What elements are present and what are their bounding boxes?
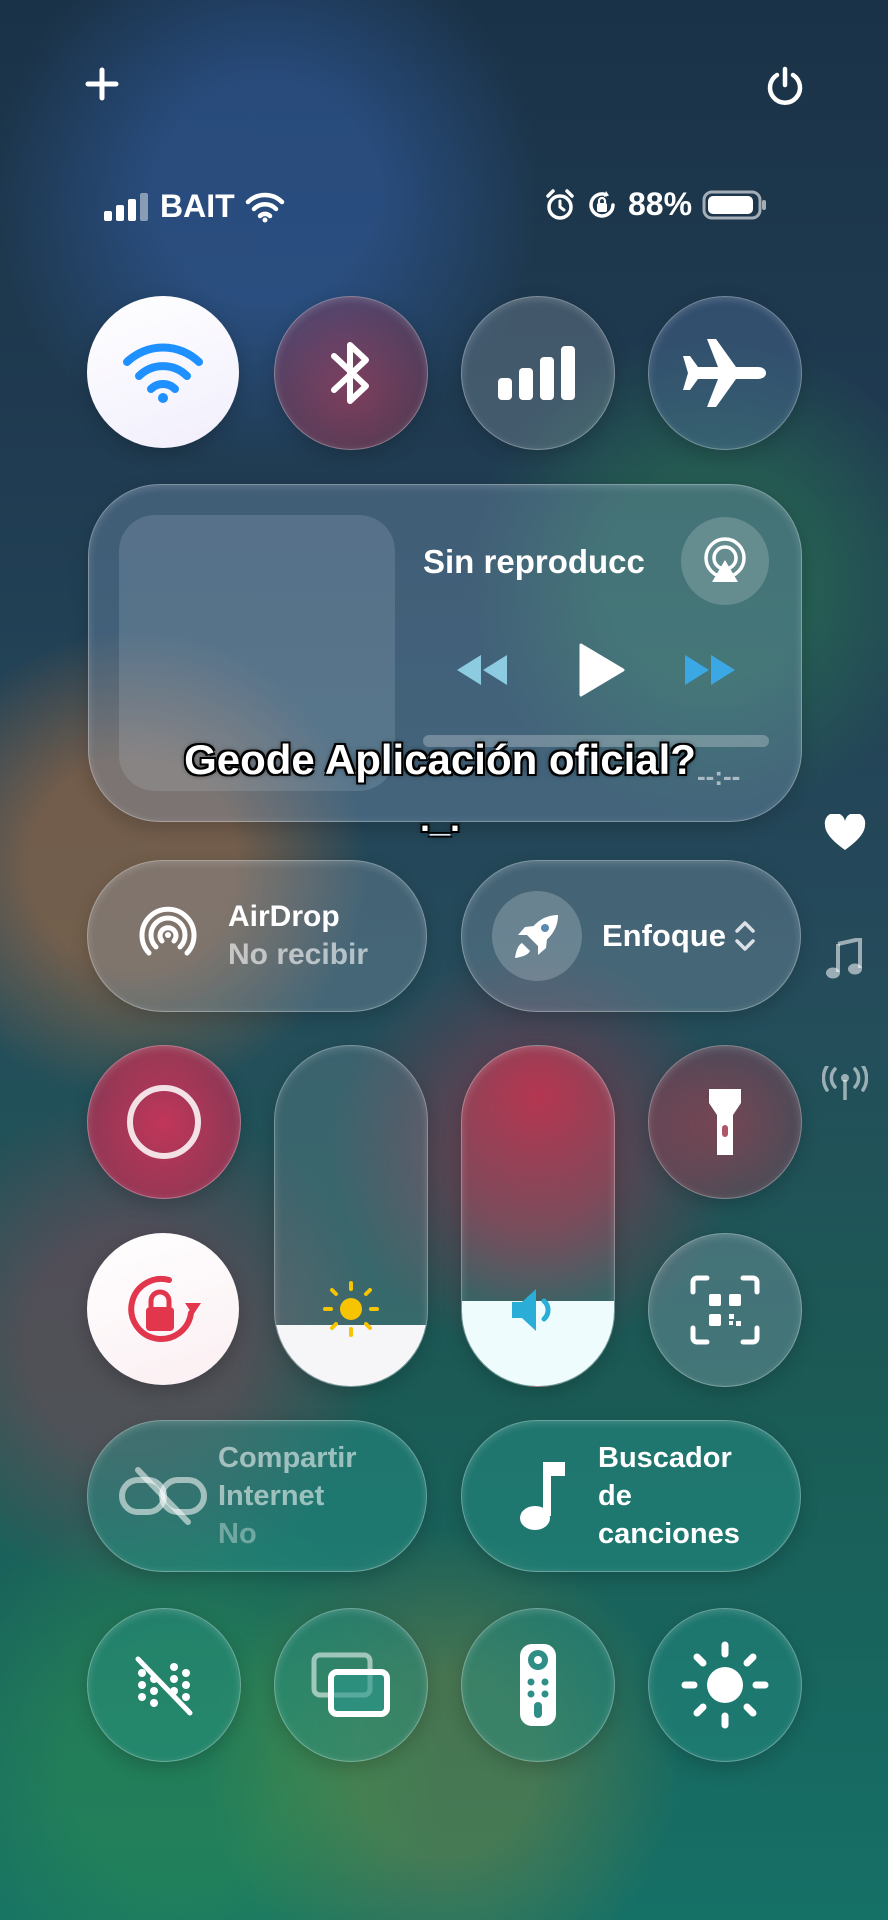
alarm-icon <box>546 188 574 220</box>
sun-brightness-icon <box>681 1641 769 1729</box>
connectivity-page-indicator[interactable] <box>821 1064 869 1107</box>
flashlight-toggle[interactable] <box>648 1045 802 1199</box>
overlay-caption-line1: Geode Aplicación oficial? <box>184 736 696 783</box>
airplane-icon <box>683 339 766 407</box>
wifi-icon <box>123 343 203 403</box>
add-control-icon[interactable] <box>72 54 132 114</box>
code-scanner-button[interactable] <box>648 1233 802 1387</box>
wifi-status-icon <box>245 192 284 222</box>
airdrop-title: AirDrop <box>228 900 340 933</box>
rewind-button[interactable] <box>455 653 509 692</box>
personal-hotspot-control[interactable]: Compartir Internet No <box>87 1420 427 1572</box>
play-button[interactable] <box>577 643 625 702</box>
fast-forward-icon <box>685 655 735 685</box>
overlay-caption-line2: ._. <box>419 798 461 839</box>
airdrop-control[interactable]: AirDrop No recibir <box>87 860 427 1012</box>
volume-slider[interactable] <box>461 1045 615 1387</box>
music-recognition-line1: Buscador <box>598 1442 732 1474</box>
orientation-lock-status-icon <box>589 190 615 218</box>
qr-code-icon <box>690 1275 760 1345</box>
cellular-signal-icon <box>104 192 148 221</box>
focus-rocket-icon <box>492 891 582 981</box>
cellular-data-toggle[interactable] <box>461 296 615 450</box>
bluetooth-icon <box>331 342 369 404</box>
airdrop-icon <box>124 892 212 980</box>
dark-mode-toggle[interactable] <box>648 1608 802 1762</box>
hotspot-line1: Compartir <box>218 1442 357 1474</box>
record-icon <box>127 1085 201 1159</box>
flashlight-icon <box>709 1089 741 1155</box>
lock-rotation-icon <box>128 1276 201 1342</box>
power-icon[interactable] <box>755 56 815 116</box>
rewind-icon <box>457 655 507 685</box>
focus-label: Enfoque <box>602 918 726 953</box>
music-recognition-line2: de <box>598 1480 632 1512</box>
hotspot-link-icon <box>118 1451 208 1541</box>
media-title: Sin reproducc <box>423 543 645 580</box>
airdrop-status: No recibir <box>228 938 369 971</box>
nfc-toggle[interactable] <box>87 1608 241 1762</box>
orientation-lock-toggle[interactable] <box>87 1233 239 1385</box>
play-icon <box>579 643 625 697</box>
bluetooth-toggle[interactable] <box>274 296 428 450</box>
music-recognition-line3: canciones <box>598 1518 740 1550</box>
carrier-name: BAIT <box>160 188 235 224</box>
speaker-icon <box>508 1285 568 1340</box>
fast-forward-button[interactable] <box>683 653 737 692</box>
screen-mirroring-toggle[interactable] <box>274 1608 428 1762</box>
focus-control[interactable]: Enfoque <box>461 860 801 1012</box>
cellular-icon <box>498 346 575 400</box>
music-note-icon <box>498 1451 588 1541</box>
music-page-indicator[interactable] <box>826 936 862 985</box>
status-bar-left: BAIT <box>104 188 285 225</box>
chevron-up-down-icon <box>735 921 755 951</box>
hotspot-status: No <box>218 1518 257 1550</box>
favorites-page-indicator[interactable] <box>824 812 866 857</box>
heart-icon <box>824 812 866 850</box>
wifi-toggle[interactable] <box>87 296 239 448</box>
antenna-icon <box>821 1064 869 1100</box>
airplane-mode-toggle[interactable] <box>648 296 802 450</box>
airplay-button[interactable] <box>681 517 769 605</box>
battery-percentage: 88% <box>628 186 693 222</box>
screen-recording-toggle[interactable] <box>87 1045 241 1199</box>
music-note-icon <box>826 936 862 979</box>
hotspot-line2: Internet <box>218 1480 325 1512</box>
airplay-icon <box>704 537 746 582</box>
sun-icon <box>321 1279 381 1344</box>
dots-slash-icon <box>135 1656 193 1716</box>
battery-icon <box>702 190 767 219</box>
screen-mirroring-icon <box>311 1652 390 1717</box>
apple-tv-remote-button[interactable] <box>461 1608 615 1762</box>
tv-remote-icon <box>520 1644 556 1726</box>
brightness-slider[interactable] <box>274 1045 428 1387</box>
status-bar-right: 88% <box>544 186 768 223</box>
music-recognition-control[interactable]: Buscador de canciones <box>461 1420 801 1572</box>
